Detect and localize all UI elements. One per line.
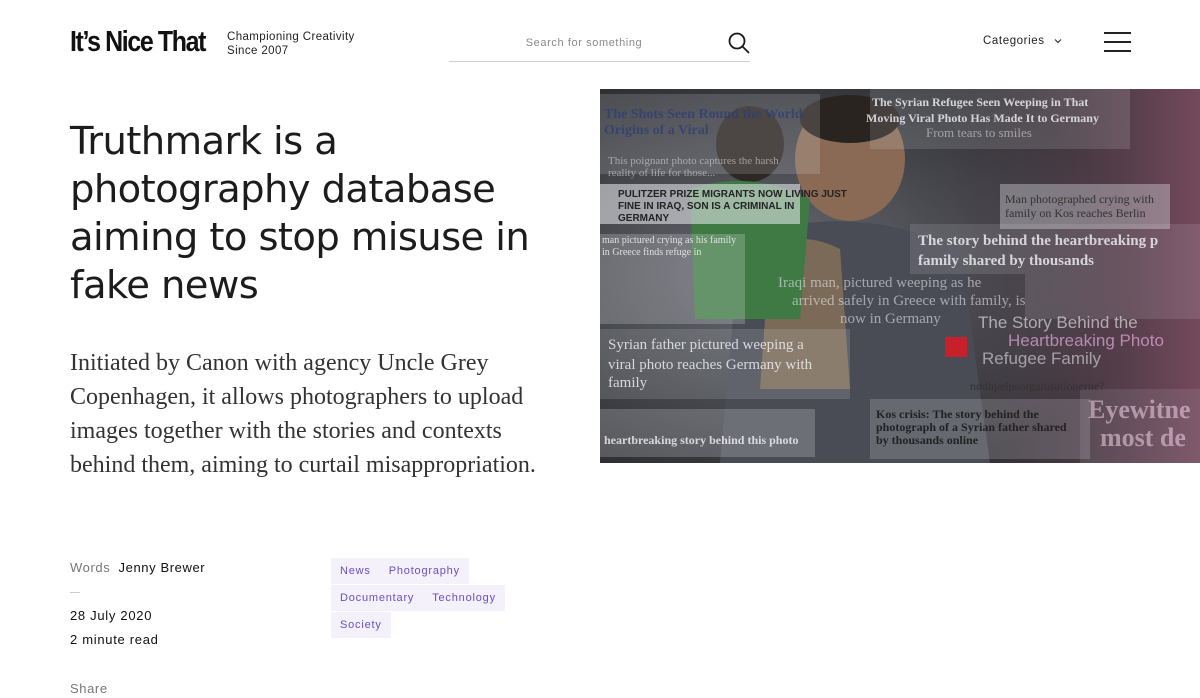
- categories-dropdown[interactable]: Categories: [983, 35, 1063, 47]
- tag-news[interactable]: News: [331, 558, 380, 584]
- tag-list: News Photography Documentary Technology …: [331, 558, 531, 639]
- site-logo[interactable]: It’s Nice That: [70, 26, 206, 59]
- hero-headline: The Story Behind the: [978, 313, 1138, 332]
- hero-headline: Syrian father pictured weeping a: [608, 337, 804, 353]
- words-label: Words: [70, 560, 111, 575]
- hero-headline: Iraqi man, pictured weeping as he: [778, 275, 982, 291]
- article-title: Truthmark is a photography database aimi…: [70, 119, 530, 308]
- tag-row: Society: [331, 612, 531, 639]
- hero-headline: FINE IN IRAQ, SON IS A CRIMINAL IN: [618, 201, 795, 212]
- hero-headline: GERMANY: [618, 213, 670, 224]
- search-input[interactable]: [449, 26, 719, 60]
- search-icon[interactable]: [727, 31, 751, 55]
- tag-documentary[interactable]: Documentary: [331, 585, 424, 611]
- hero-headline: now in Germany: [840, 311, 941, 327]
- hero-headline: reality of life for those...: [608, 167, 716, 179]
- search-bar: [449, 26, 750, 62]
- hero-headline: Refugee Family: [982, 349, 1102, 368]
- article-byline: Words Jenny Brewer: [70, 560, 205, 575]
- hero-headline: Origins of a Viral: [604, 123, 709, 138]
- hero-headline: Man photographed crying with: [1005, 192, 1154, 206]
- hero-headline: From tears to smiles: [926, 125, 1032, 140]
- site-tagline: Championing Creativity Since 2007: [227, 30, 355, 58]
- tagline-line-2: Since 2007: [227, 45, 289, 57]
- hero-headline: family: [608, 375, 648, 391]
- tagline-line-1: Championing Creativity: [227, 31, 355, 43]
- publish-date: 28 July 2020: [70, 608, 153, 623]
- hero-headline: viral photo reaches Germany with: [608, 357, 813, 373]
- hero-headline: in Greece finds refuge in: [602, 247, 702, 258]
- hero-headline: most de: [1100, 423, 1186, 452]
- hero-headline: This poignant photo captures the harsh: [608, 155, 779, 167]
- hero-headline: nødhjælpsorganisationerne?: [970, 379, 1105, 393]
- hero-headline: family on Kos reaches Berlin: [1005, 206, 1146, 220]
- tag-technology[interactable]: Technology: [423, 585, 505, 611]
- site-header: It’s Nice That Championing Creativity Si…: [0, 0, 1200, 88]
- author-link[interactable]: Jenny Brewer: [119, 560, 206, 575]
- tag-society[interactable]: Society: [331, 612, 391, 638]
- hero-headline: by thousands online: [876, 433, 979, 447]
- article-standfirst: Initiated by Canon with agency Uncle Gre…: [70, 350, 536, 478]
- categories-label: Categories: [983, 35, 1045, 47]
- hero-headline: Eyewitne: [1088, 395, 1191, 424]
- hero-headline: Heartbreaking Photo: [1008, 331, 1164, 350]
- hero-headline: man pictured crying as his family: [602, 235, 737, 246]
- hero-headline: heartbreaking story behind this photo: [604, 433, 799, 447]
- hero-headline: arrived safely in Greece with family, is: [792, 293, 1026, 309]
- hero-headline: The Shots Seen Round the World: [604, 107, 803, 122]
- hero-headline: family shared by thousands: [918, 253, 1095, 269]
- share-label[interactable]: Share: [70, 681, 108, 696]
- meta-divider: [70, 592, 80, 593]
- hamburger-menu-icon[interactable]: [1104, 32, 1131, 53]
- hero-headline: The Syrian Refugee Seen Weeping in That: [872, 95, 1089, 109]
- hero-headline: The story behind the heartbreaking p: [918, 233, 1159, 249]
- hero-image: The Shots Seen Round the World Origins o…: [600, 89, 1200, 463]
- hero-headline: Moving Viral Photo Has Made It to German…: [866, 111, 1099, 125]
- tag-photography[interactable]: Photography: [379, 558, 469, 584]
- hero-headline: PULITZER PRIZE MIGRANTS NOW LIVING JUST: [618, 189, 847, 200]
- read-time: 2 minute read: [70, 632, 159, 647]
- tag-row: News Photography: [331, 558, 531, 585]
- chevron-down-icon: [1054, 39, 1062, 44]
- tag-row: Documentary Technology: [331, 585, 531, 612]
